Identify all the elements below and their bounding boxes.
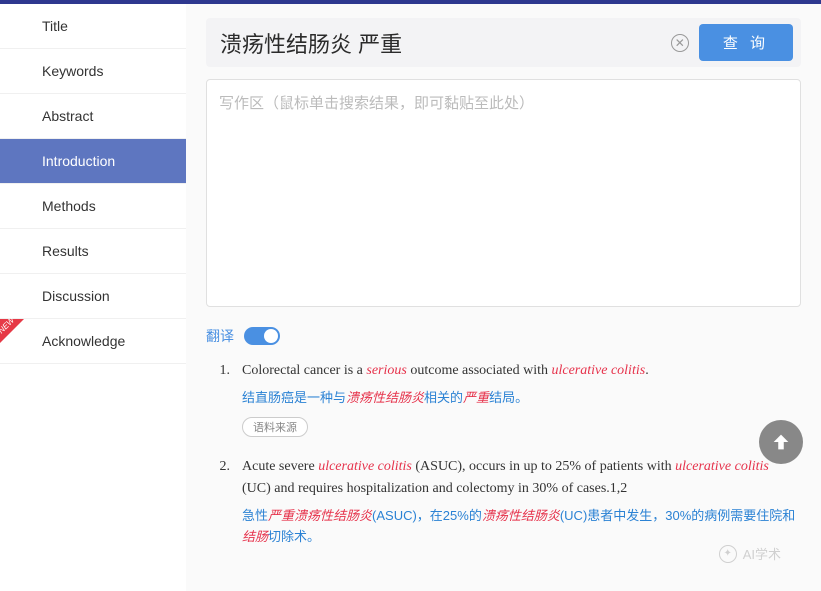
result-body: Acute severe ulcerative colitis (ASUC), … [242, 456, 801, 548]
arrow-up-icon [770, 431, 792, 453]
main-panel: ✕ 查 询 翻译 1. Colorectal cancer is a serio… [186, 4, 821, 591]
sidebar: Title Keywords Abstract Introduction Met… [0, 4, 186, 591]
result-chinese: 急性严重溃疡性结肠炎(ASUC)，在25%的溃疡性结肠炎(UC)患者中发生，30… [242, 506, 801, 548]
result-english: Acute severe ulcerative colitis (ASUC), … [242, 456, 801, 501]
result-number: 1. [206, 360, 230, 438]
result-english: Colorectal cancer is a serious outcome a… [242, 360, 801, 382]
result-chinese: 结直肠癌是一种与溃疡性结肠炎相关的严重结局。 [242, 388, 801, 409]
keyword-highlight: 溃疡性结肠炎 [346, 390, 424, 405]
search-row: ✕ 查 询 [206, 18, 801, 67]
search-input[interactable] [214, 26, 671, 60]
sidebar-item-methods[interactable]: Methods [0, 184, 186, 229]
keyword-highlight: ulcerative colitis [551, 363, 645, 378]
writing-area[interactable] [206, 79, 801, 307]
sidebar-item-results[interactable]: Results [0, 229, 186, 274]
watermark: ✦ AI学术 [719, 544, 781, 563]
scroll-top-button[interactable] [759, 420, 803, 464]
wechat-icon: ✦ [719, 545, 737, 563]
sidebar-item-keywords[interactable]: Keywords [0, 49, 186, 94]
sidebar-item-discussion[interactable]: Discussion [0, 274, 186, 319]
keyword-highlight: 结肠 [242, 529, 268, 544]
clear-icon[interactable]: ✕ [671, 34, 689, 52]
sidebar-item-abstract[interactable]: Abstract [0, 94, 186, 139]
keyword-highlight: 严重 [463, 390, 489, 405]
new-badge [0, 319, 24, 343]
keyword-highlight: 溃疡性结肠炎 [482, 508, 560, 523]
keyword-highlight: ulcerative colitis [318, 459, 412, 474]
main-container: Title Keywords Abstract Introduction Met… [0, 4, 821, 591]
translate-label: 翻译 [206, 326, 234, 346]
result-item[interactable]: 1. Colorectal cancer is a serious outcom… [206, 360, 801, 438]
keyword-highlight: ulcerative colitis [675, 459, 769, 474]
source-button[interactable]: 语料来源 [242, 417, 308, 437]
result-number: 2. [206, 456, 230, 548]
sidebar-item-title[interactable]: Title [0, 4, 186, 49]
translate-toggle[interactable] [244, 327, 280, 345]
query-button[interactable]: 查 询 [699, 24, 793, 61]
result-item[interactable]: 2. Acute severe ulcerative colitis (ASUC… [206, 456, 801, 548]
watermark-text: AI学术 [743, 544, 781, 563]
sidebar-item-acknowledge[interactable]: Acknowledge [0, 319, 186, 364]
translate-row: 翻译 [206, 326, 801, 346]
keyword-highlight: serious [366, 363, 406, 378]
sidebar-item-introduction[interactable]: Introduction [0, 139, 186, 184]
keyword-highlight: 严重溃疡性结肠炎 [268, 508, 372, 523]
sidebar-item-label: Acknowledge [42, 333, 125, 349]
result-body: Colorectal cancer is a serious outcome a… [242, 360, 801, 438]
